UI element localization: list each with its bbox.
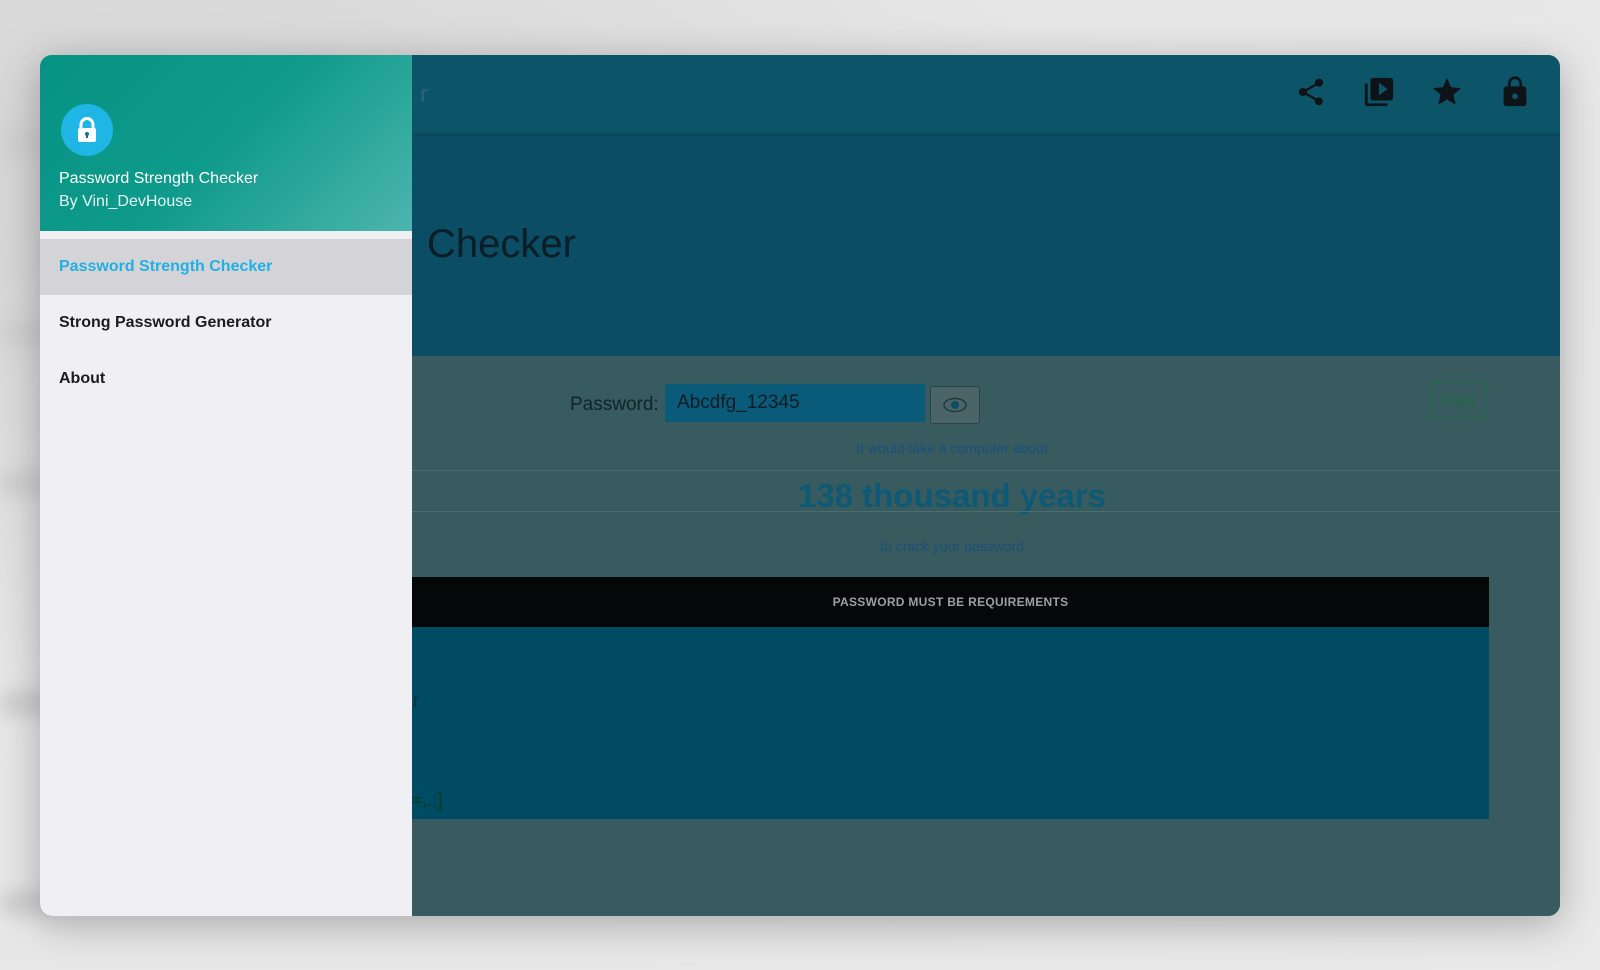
- requirements-list: [412, 627, 1489, 819]
- divider: [412, 511, 1560, 512]
- page-title: Checker: [427, 222, 576, 266]
- requirement-separator: [445, 704, 446, 796]
- requirement-text: r: [413, 691, 420, 712]
- eye-icon: [943, 397, 967, 413]
- divider: [412, 470, 1560, 471]
- copy-button[interactable]: Copy: [1428, 383, 1488, 419]
- toggle-visibility-button[interactable]: [930, 386, 980, 424]
- drawer-menu: Password Strength Checker Strong Passwor…: [40, 239, 412, 407]
- drawer-header: Password Strength Checker By Vini_DevHou…: [40, 55, 412, 231]
- password-input[interactable]: [665, 384, 925, 422]
- drawer-item-strong-password-generator[interactable]: Strong Password Generator: [40, 295, 412, 351]
- video-library-icon[interactable]: [1362, 75, 1396, 109]
- password-label: Password:: [570, 394, 659, 415]
- crack-time-suffix: to crack your password: [880, 538, 1024, 554]
- crack-time-prefix: It would take a computer about: [856, 440, 1048, 456]
- navigation-drawer: Password Strength Checker By Vini_DevHou…: [40, 55, 412, 916]
- drawer-app-name: Password Strength Checker: [59, 170, 259, 187]
- drawer-item-password-strength-checker[interactable]: Password Strength Checker: [40, 239, 412, 295]
- share-icon[interactable]: [1294, 75, 1328, 109]
- star-icon[interactable]: [1430, 75, 1464, 109]
- requirement-text: =,.;]: [412, 790, 443, 810]
- requirements-header: PASSWORD MUST BE REQUIREMENTS: [412, 577, 1489, 627]
- drawer-author: By Vini_DevHouse: [59, 193, 193, 210]
- drawer-item-about[interactable]: About: [40, 351, 412, 407]
- lock-icon: [61, 104, 113, 156]
- lock-icon[interactable]: [1498, 75, 1532, 109]
- app-window: r Checker Password: Abcdfg_12345 Copy It…: [40, 55, 1560, 916]
- app-bar-title: r: [420, 81, 429, 108]
- crack-time-value: 138 thousand years: [797, 477, 1107, 514]
- app-bar-actions: [1294, 75, 1532, 109]
